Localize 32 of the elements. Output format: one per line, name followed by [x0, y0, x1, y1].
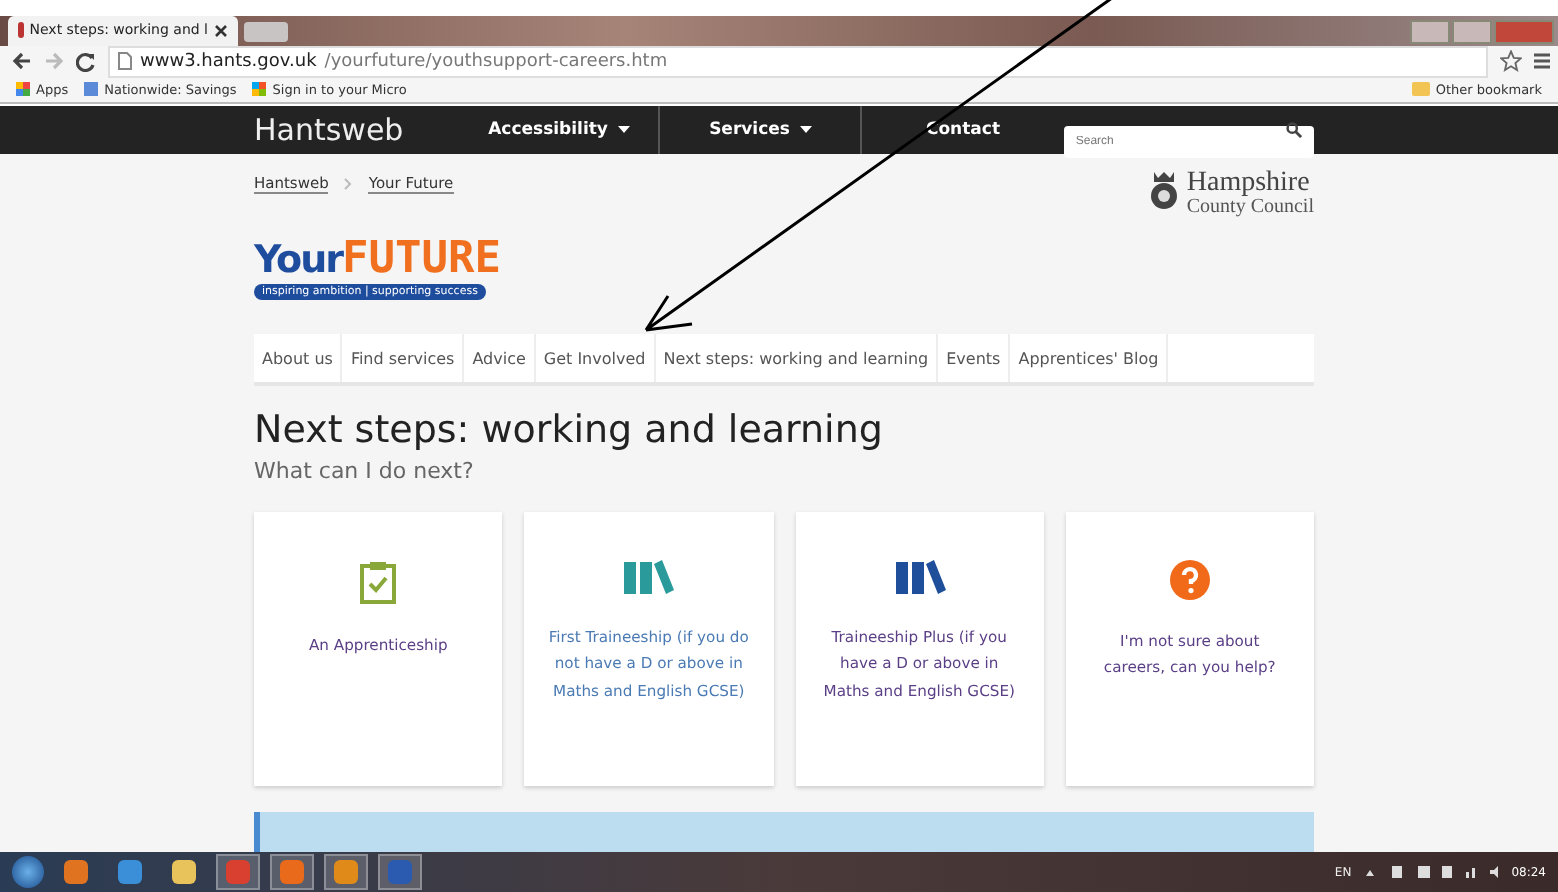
menu-item[interactable]: Apprentices' Blog: [1010, 334, 1169, 382]
logo-text: FUTURE: [341, 234, 501, 284]
council-name: County Council: [1186, 198, 1314, 218]
page-subheading: What can I do next?: [254, 458, 476, 484]
tray-icons-drawing: [1361, 864, 1502, 880]
menu-item[interactable]: Advice: [464, 334, 536, 382]
menu-item[interactable]: About us: [254, 334, 343, 382]
logo-text: Your: [254, 238, 342, 282]
menu-item[interactable]: Get Involved: [535, 334, 656, 382]
forward-icon[interactable]: [44, 52, 64, 71]
nav-item[interactable]: Services: [660, 106, 863, 154]
reload-icon[interactable]: [76, 51, 96, 72]
council-name: Hampshire: [1186, 170, 1312, 198]
menu-item[interactable]: Find services: [342, 334, 465, 382]
close-icon[interactable]: [214, 23, 228, 38]
menu-item[interactable]: Next steps: working and learning: [655, 334, 939, 382]
nav-item[interactable]: Accessibility: [459, 106, 661, 154]
menu-item[interactable]: Events: [938, 334, 1011, 382]
new-tab-button[interactable]: [244, 21, 288, 42]
nav-item[interactable]: Contact: [862, 106, 1064, 154]
star-icon[interactable]: [1500, 50, 1522, 73]
address-bar[interactable]: www3.hants.gov.uk /yourfuture/youthsupport-careers.htm: [108, 45, 1488, 78]
start-button[interactable]: [12, 856, 44, 888]
search-icon[interactable]: [1286, 122, 1303, 138]
site-brand[interactable]: Hantsweb: [254, 112, 460, 148]
menu-icon[interactable]: [1534, 52, 1550, 71]
caret-icon: [617, 126, 630, 134]
back-icon[interactable]: [12, 52, 32, 71]
minimize-button[interactable]: [1410, 19, 1450, 44]
caret-icon: [799, 126, 812, 134]
chevron-icon: [344, 178, 353, 190]
page-heading: Next steps: working and learning: [254, 408, 885, 452]
